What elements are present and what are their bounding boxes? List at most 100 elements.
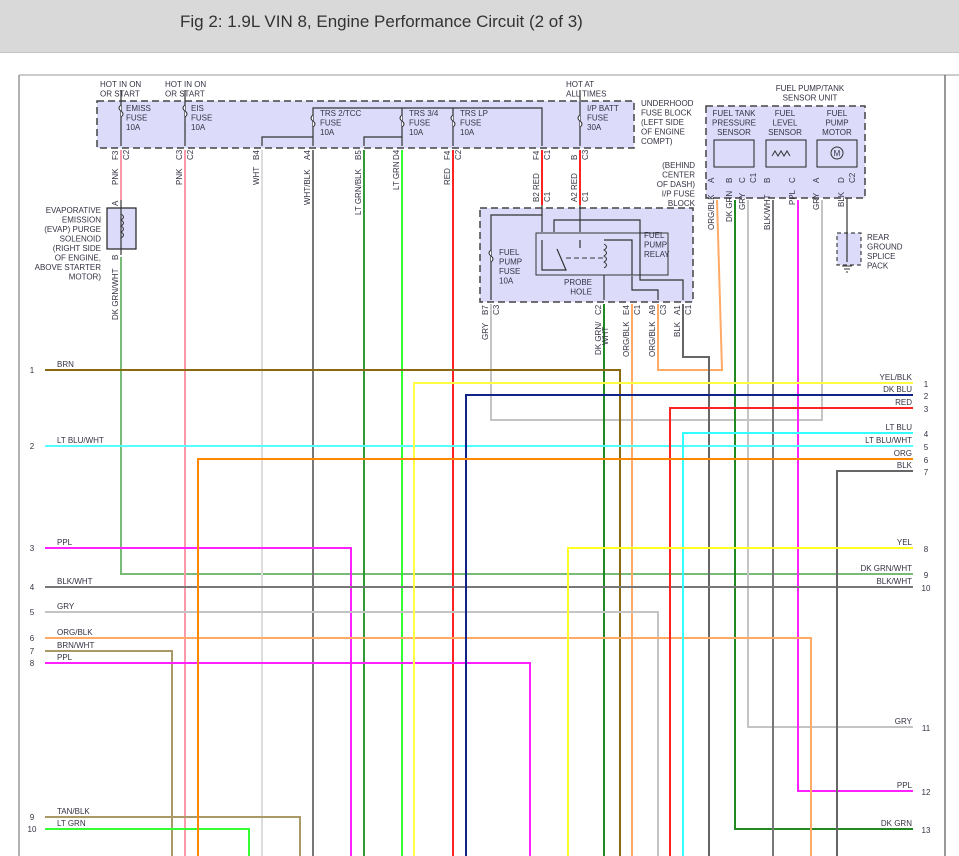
fuse-label: 10A	[126, 123, 141, 132]
label: CENTER	[662, 171, 695, 180]
label: PUMP	[499, 258, 522, 267]
wire-color-label: BLK	[837, 191, 846, 207]
label: FUEL PUMP/TANK	[776, 84, 845, 93]
wire-color-label: RED	[532, 173, 541, 190]
row-number: 8	[30, 659, 35, 668]
fuse-label: 30A	[587, 123, 602, 132]
pin-label: B5	[354, 150, 363, 160]
label: HOLE	[570, 288, 592, 297]
pin-label: C2	[594, 304, 603, 315]
label: (BEHIND	[662, 161, 695, 170]
row-wire-label: LT GRN	[57, 819, 86, 828]
pin-label: B7	[481, 305, 490, 315]
row-wire-label: ORG/BLK	[57, 628, 93, 637]
pin-label: B4	[252, 150, 261, 160]
pin-label: B	[570, 155, 579, 160]
pin-label: A	[707, 177, 716, 183]
label: SPLICE	[867, 252, 895, 261]
label: FUEL TANK	[713, 109, 757, 118]
wire-color-label: ORG/BLK	[707, 194, 716, 230]
label: HOT AT	[566, 80, 594, 89]
label: PROBE	[564, 278, 592, 287]
wire-lt-grn	[45, 828, 250, 856]
fuse-label: TRS 3/4	[409, 109, 439, 118]
row-number: 5	[30, 608, 35, 617]
connector-label: C2	[122, 149, 131, 160]
wire-color-label: WHT	[252, 167, 261, 185]
pin-label: B	[111, 255, 120, 260]
label: PACK	[867, 262, 889, 271]
row-wire-label: BRN/WHT	[57, 641, 94, 650]
row-wire-label: ORG	[894, 449, 912, 458]
label: ABOVE STARTER	[35, 263, 102, 272]
pin-label: C	[738, 177, 747, 183]
label: OF ENGINE	[641, 128, 685, 137]
fuse-label: TRS 2/TCC	[320, 109, 362, 118]
ground-icon	[842, 265, 852, 273]
pin-label: D	[837, 177, 846, 183]
pin-label: A	[812, 177, 821, 183]
wire-color-label: GRY	[738, 192, 747, 210]
fuse-label: EIS	[191, 104, 204, 113]
row-wire-label: BRN	[57, 360, 74, 369]
connector-label: C1	[581, 191, 590, 202]
pin-label: E4	[622, 305, 631, 315]
fuse-label: FUSE	[460, 119, 481, 128]
label: EVAPORATIVE	[46, 206, 101, 215]
wire-dk-blu	[465, 394, 913, 856]
wire-blk	[836, 470, 913, 856]
wire-color-label: BLK/WHT	[763, 194, 772, 230]
connector-label: C3	[659, 304, 668, 315]
label: (LEFT SIDE	[641, 118, 684, 127]
label: COMPT)	[641, 137, 673, 146]
label: LEVEL	[773, 119, 798, 128]
label: OF DASH)	[657, 180, 696, 189]
label: (EVAP) PURGE	[44, 225, 101, 234]
row-number: 8	[924, 545, 929, 554]
wire-color-label: ORG/BLK	[648, 321, 657, 357]
pin-label: F4	[443, 150, 452, 160]
row-number: 5	[924, 443, 929, 452]
label: GROUND	[867, 243, 903, 252]
row-number: 3	[30, 544, 35, 553]
pin-label: C	[788, 177, 797, 183]
pin-label: A2	[570, 192, 579, 202]
row-wire-label: YEL/BLK	[880, 373, 913, 382]
wire-red	[669, 407, 913, 856]
row-wire-label: PPL	[897, 781, 913, 790]
wire-org-blk	[45, 637, 812, 856]
connector-label: C3	[581, 149, 590, 160]
label: OF ENGINE,	[55, 254, 101, 263]
row-wire-label: BLK	[897, 461, 913, 470]
fuse-label: FUSE	[587, 114, 608, 123]
row-number: 1	[30, 366, 35, 375]
wiring-diagram: HOT IN ONOR STARTHOT IN ONOR STARTHOT AT…	[18, 74, 959, 856]
fuse-label: FUSE	[409, 119, 430, 128]
row-wire-label: DK GRN/WHT	[860, 564, 912, 573]
wire-color-label: ORG/BLK	[622, 321, 631, 357]
fuse-label: 10A	[320, 128, 335, 137]
row-wire-label: LT BLU/WHT	[865, 436, 912, 445]
pin-label: D4	[392, 149, 401, 160]
motor-symbol: M	[834, 149, 841, 158]
pin-label: A	[111, 200, 120, 206]
row-wire-label: BLK/WHT	[57, 577, 93, 586]
wire-color-label: WHT/BLK	[303, 169, 312, 205]
rear-ground-splice-pack	[836, 232, 862, 266]
wire-color-label: GRY	[481, 322, 490, 340]
label: ALL TIMES	[566, 90, 606, 99]
row-number: 12	[922, 788, 931, 797]
wire-dk-grn-wht	[120, 257, 913, 575]
wire-yel-blk	[413, 382, 913, 856]
row-wire-label: DK GRN	[881, 819, 912, 828]
connector-label: C1	[543, 191, 552, 202]
pin-label: F3	[111, 150, 120, 160]
row-number: 6	[30, 634, 35, 643]
pin-label: B	[725, 178, 734, 183]
label: SENSOR	[768, 128, 802, 137]
wire-color-label: PNK	[175, 168, 184, 185]
row-number: 13	[922, 826, 931, 835]
wire-ppl	[797, 200, 913, 792]
wire-color-label: BLK	[673, 321, 682, 337]
label: SENSOR UNIT	[783, 94, 838, 103]
